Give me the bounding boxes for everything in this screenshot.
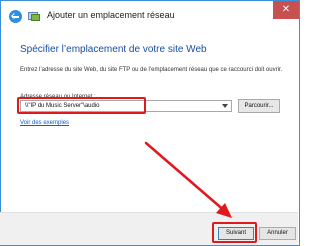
network-location-icon xyxy=(28,12,40,21)
instruction-text: Entrez l’adresse du site Web, du site FT… xyxy=(20,67,283,73)
cancel-button[interactable]: Annuler xyxy=(259,227,296,240)
next-button[interactable]: Suivant xyxy=(218,227,254,240)
title-bar: Ajouter un emplacement réseau ✕ xyxy=(1,1,299,32)
window-title: Ajouter un emplacement réseau xyxy=(47,10,175,20)
back-arrow-icon[interactable] xyxy=(9,10,22,23)
examples-link[interactable]: Voir des exemples xyxy=(20,120,69,126)
address-input[interactable]: \\"IP du Music Server"\audio xyxy=(20,100,232,112)
browse-button[interactable]: Parcourir... xyxy=(238,99,280,113)
dropdown-arrow-icon[interactable] xyxy=(222,104,228,108)
close-icon[interactable]: ✕ xyxy=(273,1,299,19)
page-heading: Spécifier l’emplacement de votre site We… xyxy=(20,44,207,55)
address-input-value: \\"IP du Music Server"\audio xyxy=(25,103,100,109)
